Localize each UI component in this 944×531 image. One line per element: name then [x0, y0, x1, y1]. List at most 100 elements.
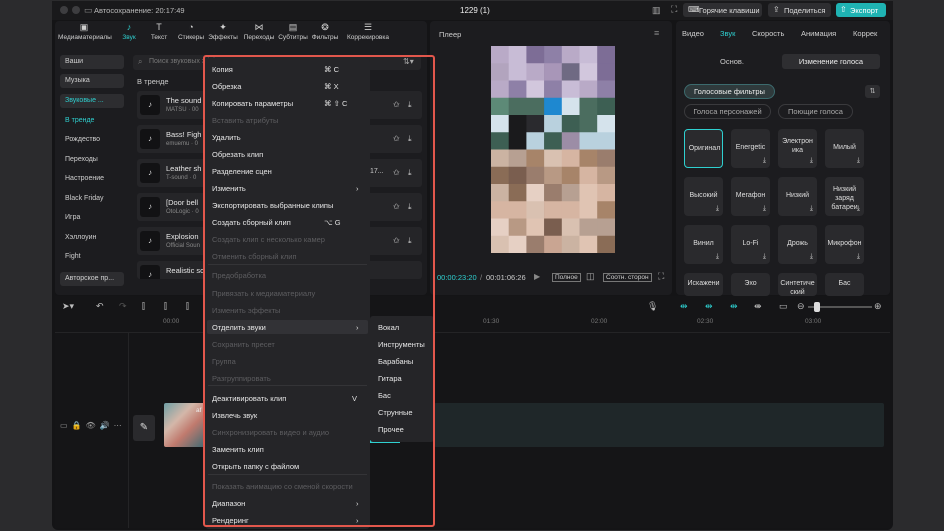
window-minimize-button[interactable]: [72, 6, 80, 14]
voice-preset-label: Дрожь: [787, 240, 808, 247]
tab-3[interactable]: Анимация: [801, 29, 836, 38]
caption-icon[interactable]: ▭: [779, 301, 788, 312]
tool-subtitles[interactable]: ▤ Субтитры: [276, 22, 310, 41]
download-icon: ⤓: [762, 253, 766, 260]
sidebar-item[interactable]: Игра: [60, 211, 124, 225]
voice-preset[interactable]: Дрожь ⤓: [778, 225, 817, 264]
menu-icon[interactable]: ≡: [654, 28, 659, 38]
track-title: The sound: [166, 96, 202, 105]
sidebar-item[interactable]: Авторское пр...: [60, 272, 124, 286]
tool-sticker[interactable]: ◔ Стикеры: [176, 22, 206, 41]
tab-4[interactable]: Коррек: [853, 29, 877, 38]
sidebar-item[interactable]: Звуковые ...: [60, 94, 124, 108]
tool-transitions[interactable]: ⋈ Переходы: [241, 22, 277, 41]
magnet-icon[interactable]: ⇹: [680, 301, 688, 312]
voice-preset-label: Высокий: [689, 192, 718, 199]
tab-0[interactable]: Видео: [682, 29, 704, 38]
sidebar-item[interactable]: Настроение: [60, 172, 124, 186]
voice-preset[interactable]: Эхо: [731, 273, 770, 296]
voice-preset[interactable]: Высокий ⤓: [684, 177, 723, 216]
tool-effects[interactable]: ✦ Эффекты: [208, 22, 238, 41]
tiktok-icon: ♪: [140, 197, 160, 217]
tiktok-icon: ♪: [140, 163, 160, 183]
voice-preset[interactable]: Электрон ика ⤓: [778, 129, 817, 168]
voice-preset[interactable]: Оригинал: [684, 129, 723, 168]
voice-preset[interactable]: Низкий заряд батареи ⤓: [825, 177, 864, 216]
effects-icon: ✦: [219, 22, 227, 32]
voice-preset-label: Искажени: [687, 280, 720, 287]
voice-preset-label: Винил: [693, 240, 714, 247]
aspect-ratio-button[interactable]: Соотн. сторон: [603, 273, 652, 282]
clip-label: af: [196, 407, 202, 414]
play-icon[interactable]: ▶: [534, 272, 540, 281]
voice-preset[interactable]: Lo-Fi ⤓: [731, 225, 770, 264]
preview-axis-icon[interactable]: ⇹: [730, 301, 738, 312]
download-icon: ⤓: [856, 157, 860, 164]
voice-preset[interactable]: Синтетиче ский: [778, 273, 817, 296]
zoom-slider-handle[interactable]: [814, 302, 820, 312]
voice-preset[interactable]: Искажени: [684, 273, 723, 296]
chip-voice-filters[interactable]: Голосовые фильтры: [684, 84, 775, 99]
link-icon[interactable]: ⇹: [705, 301, 713, 312]
sidebar-item[interactable]: Black Friday: [60, 192, 124, 206]
hotkeys-button[interactable]: ⌨ Горячие клавиши: [683, 3, 762, 17]
full-quality-button[interactable]: Полное: [552, 273, 581, 282]
undo-icon[interactable]: ↶: [96, 301, 104, 312]
sidebar-item[interactable]: Рождество: [60, 133, 124, 147]
tool-adjust[interactable]: ☰ Коррекировка: [343, 22, 393, 41]
voice-preset[interactable]: Винил ⤓: [684, 225, 723, 264]
media-icon: ▣: [79, 22, 89, 32]
track-subtitle: T-sound · 0: [166, 175, 197, 181]
adjust-icon: ☰: [363, 22, 373, 32]
settings-icon[interactable]: ⛶: [671, 4, 677, 15]
sort-icon[interactable]: ⇅: [865, 85, 880, 98]
audio-icon: ♪: [126, 22, 132, 32]
voice-preset[interactable]: Мегафон ⤓: [731, 177, 770, 216]
cover-edit-icon[interactable]: ✎: [133, 415, 155, 441]
snapshot-icon[interactable]: ◫: [586, 271, 595, 282]
voice-preset-label: Эхо: [744, 280, 757, 287]
trim-right-icon[interactable]: ⫿: [186, 301, 189, 312]
voice-preset[interactable]: Energetic ⤓: [731, 129, 770, 168]
split-icon[interactable]: ⫿: [142, 301, 145, 312]
voice-preset[interactable]: Милый ⤓: [825, 129, 864, 168]
subtab-voice-change[interactable]: Изменение голоса: [782, 54, 880, 69]
chip-singing-voices[interactable]: Поющие голоса: [778, 104, 853, 119]
project-title: 1229 (1): [460, 6, 490, 15]
voice-preset[interactable]: Микрофон ⤓: [825, 225, 864, 264]
microphone-icon[interactable]: 🎙: [647, 301, 658, 312]
sidebar-item[interactable]: В тренде: [60, 114, 124, 128]
chip-character-voices[interactable]: Голоса персонажей: [684, 104, 771, 119]
sidebar-item[interactable]: Хэллоуин: [60, 231, 124, 245]
fullscreen-icon[interactable]: ⛶: [658, 271, 664, 282]
redo-icon[interactable]: ↷: [119, 301, 127, 312]
sidebar-item[interactable]: Переходы: [60, 153, 124, 167]
sidebar-item[interactable]: Ваши: [60, 55, 124, 69]
voice-preset[interactable]: Бас: [825, 273, 864, 296]
tab-2[interactable]: Скорость: [752, 29, 784, 38]
layout-icon[interactable]: ▥: [652, 5, 661, 16]
player-title: Плеер: [439, 30, 462, 39]
share-button[interactable]: ⇪ Поделиться: [768, 3, 831, 17]
track-title: Leather sh: [166, 164, 202, 173]
tool-audio[interactable]: ♪ Звук: [117, 22, 141, 41]
video-clip-body[interactable]: [434, 403, 884, 447]
sidebar-item[interactable]: Музыка: [60, 74, 124, 88]
tool-text[interactable]: T Текст: [147, 22, 171, 41]
zoom-out-icon[interactable]: ⊖: [797, 301, 805, 312]
voice-preset-label: Lo-Fi: [742, 240, 759, 247]
tool-media[interactable]: ▣ Медиаматериалы: [58, 22, 112, 41]
track-controls-icons[interactable]: ▭🔒👁🔊⋯: [60, 421, 126, 430]
export-button[interactable]: ⇧ Экспорт: [836, 3, 886, 17]
tool-filters[interactable]: ❂ Фильтры: [310, 22, 340, 41]
section-title: В тренде: [137, 77, 169, 86]
subtab-basic[interactable]: Основ.: [683, 54, 781, 69]
trim-left-icon[interactable]: ⫿: [164, 301, 167, 312]
window-close-button[interactable]: [60, 6, 68, 14]
voice-preset[interactable]: Низкий ⤓: [778, 177, 817, 216]
tab-1[interactable]: Звук: [720, 29, 735, 38]
zoom-in-icon[interactable]: ⊕: [874, 301, 882, 312]
align-icon[interactable]: ⇼: [754, 301, 762, 312]
sidebar-item[interactable]: Fight: [60, 250, 124, 264]
select-tool-icon[interactable]: ➤▾: [62, 301, 74, 312]
